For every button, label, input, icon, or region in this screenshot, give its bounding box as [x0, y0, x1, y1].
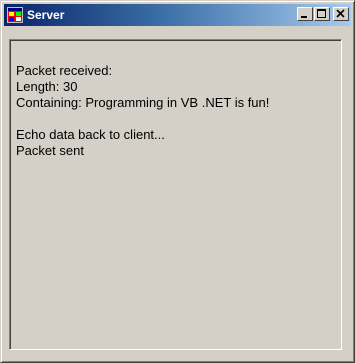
maximize-icon	[317, 9, 326, 18]
caption-buttons	[296, 7, 349, 23]
title-bar[interactable]: Server	[4, 4, 351, 26]
minimize-icon	[301, 16, 307, 18]
window-title: Server	[27, 8, 65, 22]
log-line: Echo data back to client...	[16, 127, 165, 142]
windows-form-icon[interactable]	[7, 7, 23, 23]
maximize-button[interactable]	[314, 7, 330, 21]
log-line: Containing: Programming in VB .NET is fu…	[16, 95, 270, 110]
close-button[interactable]	[333, 7, 349, 21]
log-line: Packet received:	[16, 63, 113, 78]
log-line: Packet sent	[16, 143, 84, 158]
log-line: Length: 30	[16, 79, 78, 94]
close-icon	[336, 9, 345, 18]
minimize-button[interactable]	[297, 7, 313, 21]
log-output: Packet received: Length: 30 Containing: …	[16, 63, 346, 159]
server-window: Server	[0, 0, 355, 363]
